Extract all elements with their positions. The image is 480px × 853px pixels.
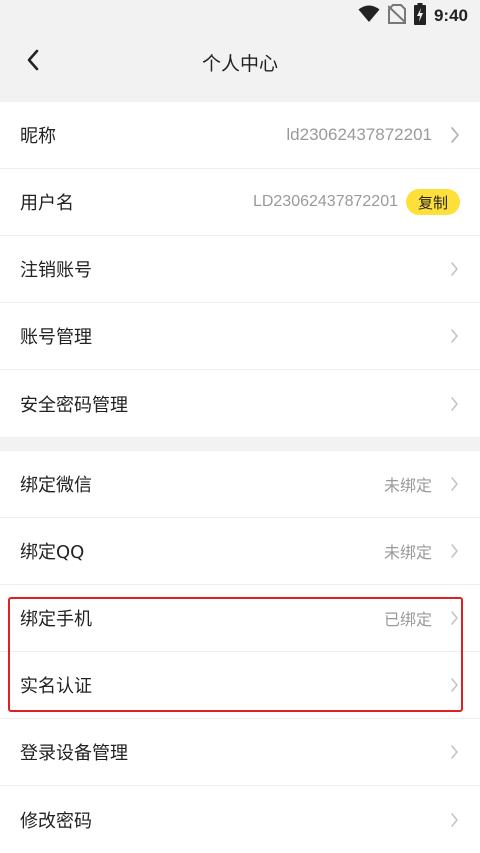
bind-qq-row[interactable]: 绑定QQ 未绑定 [0, 518, 480, 585]
bind-phone-right: 已绑定 [384, 606, 460, 630]
account-management-right [432, 326, 460, 346]
bind-qq-right: 未绑定 [384, 539, 460, 563]
chevron-right-icon [440, 675, 460, 695]
change-password-row[interactable]: 修改密码 [0, 786, 480, 853]
real-name-verification-right [432, 675, 460, 695]
chevron-right-icon [440, 541, 460, 561]
chevron-right-icon [440, 742, 460, 762]
bind-wechat-status: 未绑定 [383, 476, 432, 495]
security-password-label: 安全密码管理 [20, 394, 128, 416]
real-name-verification-row[interactable]: 实名认证 [0, 652, 480, 719]
chevron-right-icon [440, 259, 460, 279]
cancel-account-row[interactable]: 注销账号 [0, 236, 480, 303]
chevron-right-icon [440, 810, 460, 830]
bind-phone-status: 已绑定 [383, 610, 432, 629]
username-right: LD23062437872201 复制 [253, 189, 460, 215]
nickname-value: ld23062437872201 [286, 125, 432, 144]
bind-qq-label: 绑定QQ [20, 542, 85, 563]
security-password-right [432, 394, 460, 414]
account-management-row[interactable]: 账号管理 [0, 303, 480, 370]
bind-phone-label: 绑定手机 [20, 609, 92, 630]
nickname-right: ld23062437872201 [286, 125, 460, 145]
navigation-bar: 个人中心 [0, 32, 480, 90]
username-row: 用户名 LD23062437872201 复制 [0, 169, 480, 236]
account-management-label: 账号管理 [20, 327, 92, 348]
chevron-right-icon [440, 474, 460, 494]
login-device-management-label: 登录设备管理 [20, 743, 128, 764]
bind-qq-status: 未绑定 [383, 543, 432, 562]
security-password-row[interactable]: 安全密码管理 [0, 370, 480, 437]
cancel-account-right [432, 259, 460, 279]
bind-wechat-row[interactable]: 绑定微信 未绑定 [0, 451, 480, 518]
login-device-management-row[interactable]: 登录设备管理 [0, 719, 480, 786]
bind-wechat-right: 未绑定 [384, 472, 460, 496]
chevron-right-icon [440, 608, 460, 628]
chevron-right-icon [440, 125, 460, 145]
page-title: 个人中心 [201, 53, 278, 75]
username-value: LD23062437872201 [252, 193, 398, 210]
binding-settings-group: 绑定微信 未绑定 绑定QQ 未绑定 绑定手机 已绑定 实名认证 登录设备管理 修… [0, 451, 480, 853]
chevron-right-icon [440, 394, 460, 414]
status-icons: 9:40 [358, 3, 468, 29]
change-password-right [432, 810, 460, 830]
wifi-icon [358, 5, 380, 27]
nickname-row[interactable]: 昵称 ld23062437872201 [0, 102, 480, 169]
bind-wechat-label: 绑定微信 [20, 475, 92, 496]
change-password-label: 修改密码 [20, 810, 92, 832]
status-time: 9:40 [433, 6, 468, 25]
copy-username-button[interactable]: 复制 [405, 189, 460, 215]
real-name-verification-label: 实名认证 [20, 676, 92, 697]
no-sim-icon [387, 4, 407, 28]
bind-phone-row[interactable]: 绑定手机 已绑定 [0, 585, 480, 652]
status-bar: 9:40 [0, 0, 480, 32]
cancel-account-label: 注销账号 [20, 260, 92, 281]
profile-settings-group: 昵称 ld23062437872201 用户名 LD23062437872201… [0, 102, 480, 437]
username-label: 用户名 [20, 193, 74, 214]
login-device-management-right [432, 742, 460, 762]
battery-charging-icon [413, 3, 426, 29]
chevron-right-icon [440, 326, 460, 346]
nickname-label: 昵称 [20, 126, 56, 147]
